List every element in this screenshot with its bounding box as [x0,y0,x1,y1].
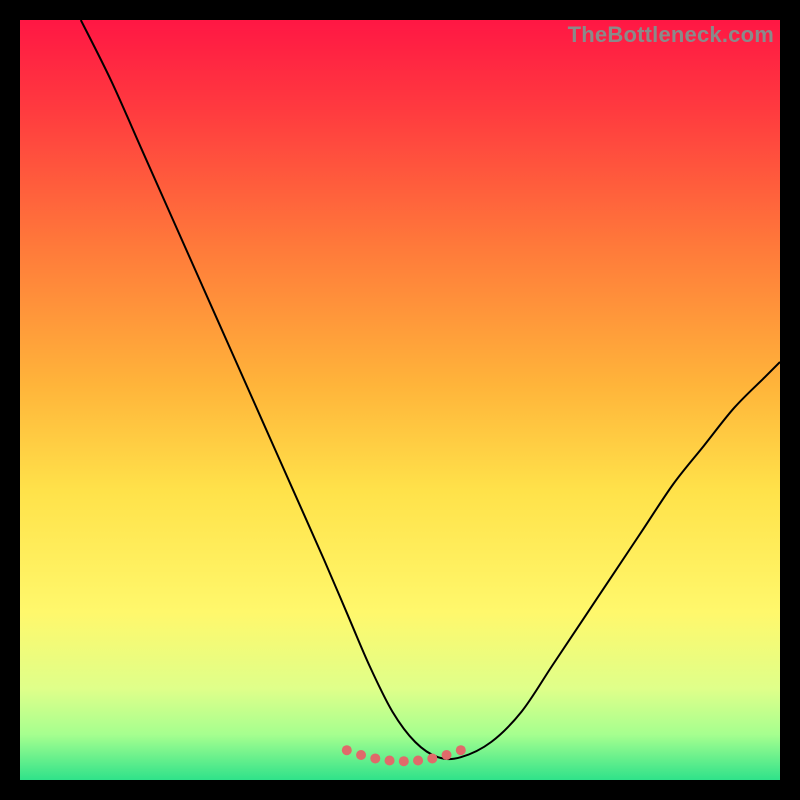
watermark-text: TheBottleneck.com [568,22,774,48]
bottleneck-chart [20,20,780,780]
chart-frame: TheBottleneck.com [20,20,780,780]
